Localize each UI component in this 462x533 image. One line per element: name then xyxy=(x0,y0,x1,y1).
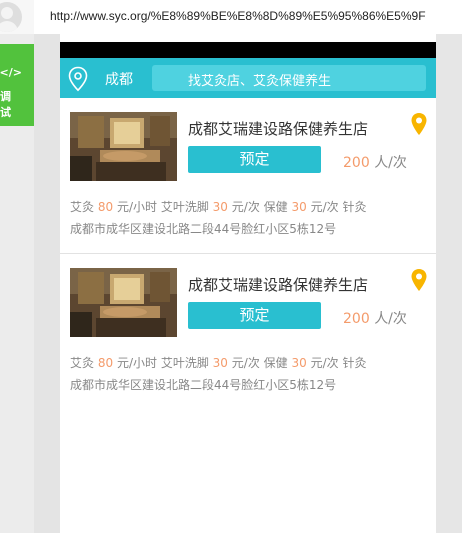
code-icon: </> xyxy=(0,66,22,79)
service-list: 艾灸 80 元/小时 艾叶洗脚 30 元/次 保健 30 元/次 针灸 xyxy=(70,200,367,214)
url-text: http://www.syc.org/%E8%89%BE%E8%8D%89%E5… xyxy=(50,9,426,23)
left-gutter xyxy=(34,34,60,533)
avatar[interactable] xyxy=(0,2,22,32)
search-header: 成都 找艾灸店、艾灸保健养生 xyxy=(60,58,436,98)
per-person-price: 200 人/次 xyxy=(343,311,407,327)
book-button[interactable]: 预定 xyxy=(188,146,321,173)
shop-thumbnail[interactable] xyxy=(70,268,177,337)
per-person-price: 200 人/次 xyxy=(343,155,407,171)
location-icon[interactable] xyxy=(67,66,89,96)
address-bar[interactable]: http://www.syc.org/%E8%89%BE%E8%8D%89%E5… xyxy=(34,0,462,34)
status-bar xyxy=(60,42,436,58)
shop-address: 成都市成华区建设北路二段44号脸红小区5栋12号 xyxy=(70,378,337,392)
shop-thumbnail[interactable] xyxy=(70,112,177,181)
service-list: 艾灸 80 元/小时 艾叶洗脚 30 元/次 保健 30 元/次 针灸 xyxy=(70,356,367,370)
right-gutter xyxy=(436,34,462,533)
map-pin-icon[interactable] xyxy=(410,112,428,140)
top-bar: http://www.syc.org/%E8%89%BE%E8%8D%89%E5… xyxy=(0,0,462,34)
shop-name[interactable]: 成都艾瑞建设路保健养生店 xyxy=(188,118,368,139)
debug-tab[interactable]: </> 调试 xyxy=(0,44,34,126)
shop-name[interactable]: 成都艾瑞建设路保健养生店 xyxy=(188,274,368,295)
search-input[interactable]: 找艾灸店、艾灸保健养生 xyxy=(152,65,426,91)
divider xyxy=(60,253,436,254)
book-button[interactable]: 预定 xyxy=(188,302,321,329)
map-pin-icon[interactable] xyxy=(410,268,428,296)
debug-tab-label: 调试 xyxy=(0,90,11,119)
shop-address: 成都市成华区建设北路二段44号脸红小区5栋12号 xyxy=(70,222,337,236)
search-placeholder: 找艾灸店、艾灸保健养生 xyxy=(188,74,332,89)
city-selector[interactable]: 成都 xyxy=(105,69,133,89)
mobile-viewport: 成都 找艾灸店、艾灸保健养生 成都艾瑞建设路保健养生店 预定 200 人/次 艾… xyxy=(60,34,436,533)
